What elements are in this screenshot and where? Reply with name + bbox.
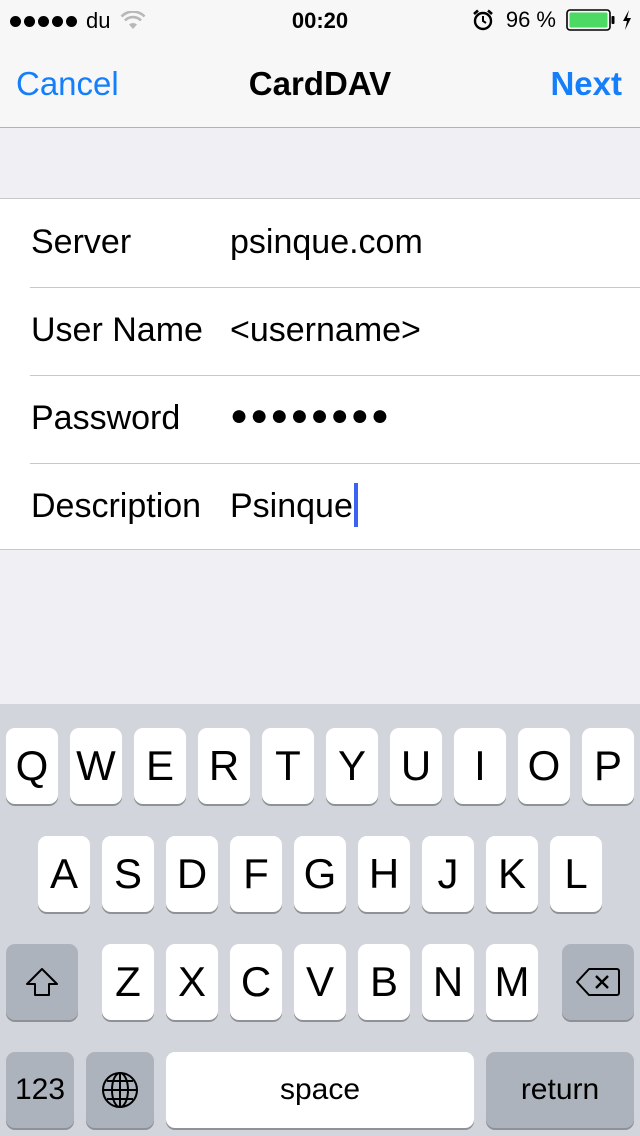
key-i[interactable]: I — [454, 728, 506, 804]
status-right: 96 % — [472, 7, 632, 33]
globe-icon — [102, 1072, 138, 1108]
key-h[interactable]: H — [358, 836, 410, 912]
shift-key[interactable] — [6, 944, 78, 1020]
form-row-password[interactable]: Password ●●●●●●●● — [0, 375, 640, 463]
key-l[interactable]: L — [550, 836, 602, 912]
description-label: Description — [31, 487, 202, 525]
shift-icon — [26, 968, 58, 996]
key-g[interactable]: G — [294, 836, 346, 912]
delete-icon — [576, 968, 620, 996]
charging-bolt-icon — [623, 10, 631, 30]
navigation-bar: Cancel CardDAV Next — [0, 40, 640, 128]
form-row-username[interactable]: User Name <username> — [0, 287, 640, 375]
key-c[interactable]: C — [230, 944, 282, 1020]
battery-percentage: 96 % — [505, 7, 556, 32]
key-k[interactable]: K — [486, 836, 538, 912]
form-row-description[interactable]: Description Psinque — [0, 463, 640, 551]
battery-icon — [566, 9, 615, 31]
next-button[interactable]: Next — [550, 65, 622, 103]
screen: du 00:20 96 % Cancel CardDAV Next Server… — [0, 0, 640, 1136]
space-key[interactable]: space — [166, 1052, 474, 1128]
key-x[interactable]: X — [166, 944, 218, 1020]
key-q[interactable]: Q — [6, 728, 58, 804]
key-t[interactable]: T — [262, 728, 314, 804]
username-label: User Name — [31, 311, 203, 349]
page-title: CardDAV — [248, 65, 392, 102]
key-e[interactable]: E — [134, 728, 186, 804]
key-o[interactable]: O — [518, 728, 570, 804]
delete-key[interactable] — [562, 944, 634, 1020]
key-a[interactable]: A — [38, 836, 90, 912]
key-z[interactable]: Z — [102, 944, 154, 1020]
username-field[interactable]: <username> — [230, 311, 421, 350]
key-u[interactable]: U — [390, 728, 442, 804]
account-form: Server psinque.com User Name <username> … — [0, 198, 640, 550]
numbers-key[interactable]: 123 — [6, 1052, 74, 1128]
key-s[interactable]: S — [102, 836, 154, 912]
key-v[interactable]: V — [294, 944, 346, 1020]
server-field[interactable]: psinque.com — [230, 223, 423, 262]
text-cursor — [353, 483, 358, 528]
key-r[interactable]: R — [198, 728, 250, 804]
key-d[interactable]: D — [166, 836, 218, 912]
password-label: Password — [31, 399, 181, 437]
password-field[interactable]: ●●●●●●●● — [230, 399, 391, 433]
status-bar: du 00:20 96 % — [0, 0, 640, 40]
description-field[interactable]: Psinque — [230, 483, 358, 528]
server-label: Server — [31, 223, 132, 261]
globe-key[interactable] — [86, 1052, 154, 1128]
key-m[interactable]: M — [486, 944, 538, 1020]
alarm-icon — [472, 9, 493, 31]
key-n[interactable]: N — [422, 944, 474, 1020]
description-value: Psinque — [230, 487, 353, 525]
key-b[interactable]: B — [358, 944, 410, 1020]
key-f[interactable]: F — [230, 836, 282, 912]
key-j[interactable]: J — [422, 836, 474, 912]
keyboard: Q W E R T Y U I O P A S D F G H J K L Z … — [0, 704, 640, 1136]
form-row-server[interactable]: Server psinque.com — [0, 199, 640, 287]
key-p[interactable]: P — [582, 728, 634, 804]
key-y[interactable]: Y — [326, 728, 378, 804]
key-w[interactable]: W — [70, 728, 122, 804]
return-key[interactable]: return — [486, 1052, 634, 1128]
